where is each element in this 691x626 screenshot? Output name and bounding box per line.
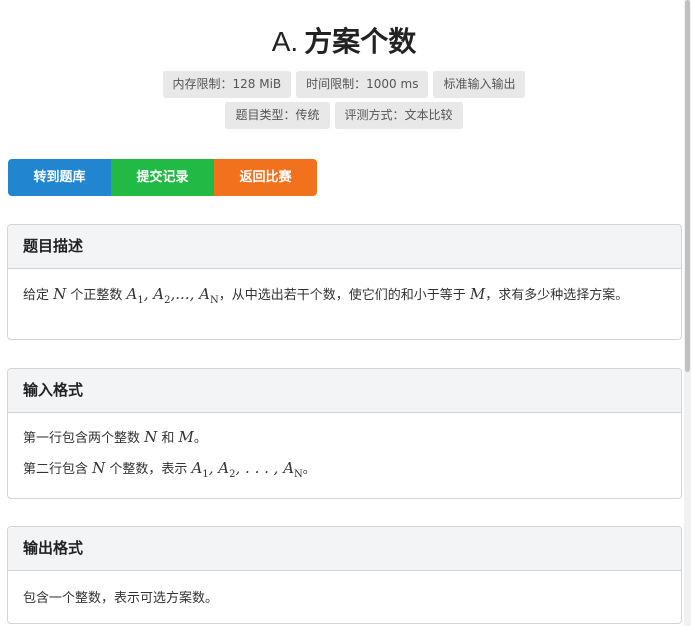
description-text: 给定 N 个正整数 A1, A2,..., AN，从中选出若干个数，使它们的和小…: [23, 285, 629, 306]
page-title: A. 方案个数: [0, 22, 688, 62]
description-header: 题目描述: [8, 225, 681, 269]
scrollbar-thumb[interactable]: [685, 0, 690, 372]
back-to-contest-button[interactable]: 返回比赛: [214, 159, 317, 196]
page-scrollbar[interactable]: [684, 0, 691, 626]
limits-row: 内存限制：128 MiB 时间限制：1000 ms 标准输入输出: [0, 71, 688, 98]
input-format-section: 输入格式 第一行包含两个整数 N 和 M。 第二行包含 N 个整数，表示 A1,…: [7, 368, 682, 499]
input-line-1: 第一行包含两个整数 N 和 M。: [23, 428, 207, 446]
description-body: 给定 N 个正整数 A1, A2,..., AN，从中选出若干个数，使它们的和小…: [8, 269, 681, 312]
problem-page: A. 方案个数 内存限制：128 MiB 时间限制：1000 ms 标准输入输出 …: [0, 0, 684, 626]
description-section: 题目描述 给定 N 个正整数 A1, A2,..., AN，从中选出若干个数，使…: [7, 224, 682, 340]
output-format-body: 包含一个整数，表示可选方案数。: [8, 571, 681, 606]
judge-mode-tag: 评测方式：文本比较: [334, 102, 463, 129]
problem-title: 方案个数: [304, 25, 417, 58]
input-format-header: 输入格式: [8, 369, 681, 413]
time-limit-tag: 时间限制：1000 ms: [296, 71, 429, 98]
io-mode-tag: 标准输入输出: [433, 71, 526, 98]
input-line-2: 第二行包含 N 个整数，表示 A1, A2, . . . , AN。: [23, 459, 316, 480]
submissions-button[interactable]: 提交记录: [111, 159, 214, 196]
goto-problemset-button[interactable]: 转到题库: [8, 159, 111, 196]
problem-prefix: A.: [271, 26, 299, 57]
input-format-body: 第一行包含两个整数 N 和 M。 第二行包含 N 个整数，表示 A1, A2, …: [8, 427, 681, 480]
memory-limit-tag: 内存限制：128 MiB: [162, 71, 292, 98]
output-format-header: 输出格式: [8, 527, 681, 571]
problem-type-tag: 题目类型：传统: [225, 102, 330, 129]
type-row: 题目类型：传统 评测方式：文本比较: [0, 102, 688, 129]
action-button-group: 转到题库 提交记录 返回比赛: [8, 159, 317, 196]
output-text: 包含一个整数，表示可选方案数。: [23, 591, 219, 606]
output-format-section: 输出格式 包含一个整数，表示可选方案数。: [7, 526, 682, 624]
